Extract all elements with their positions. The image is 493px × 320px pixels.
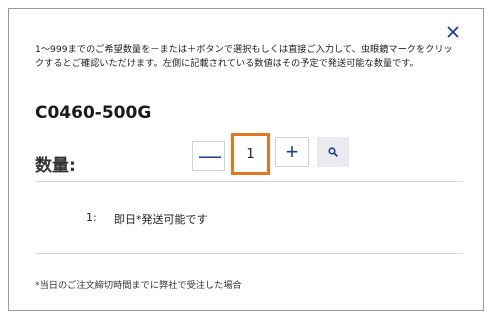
part-number-title: C0460-500G [35,103,152,123]
footnote-text: *当日のご注文締切時間までに弊社で受注した場合 [35,280,242,291]
divider [35,181,463,182]
close-icon[interactable] [447,23,463,39]
instruction-text: 1〜999までのご希望数量を－または＋ボタンで選択もしくは直接ご入力して、虫眼鏡… [35,44,453,69]
availability-status: 即日*発送可能です [114,213,208,226]
increment-button[interactable]: + [275,137,309,167]
availability-quantity: 1: [86,211,97,224]
search-icon [328,147,338,157]
search-button[interactable] [317,137,349,167]
divider [35,253,463,254]
quantity-input[interactable] [231,133,270,175]
quantity-label: 数量: [35,156,76,176]
quantity-check-modal: 1〜999までのご希望数量を－または＋ボタンで選択もしくは直接ご入力して、虫眼鏡… [8,8,484,311]
decrement-button[interactable]: — [192,141,225,171]
